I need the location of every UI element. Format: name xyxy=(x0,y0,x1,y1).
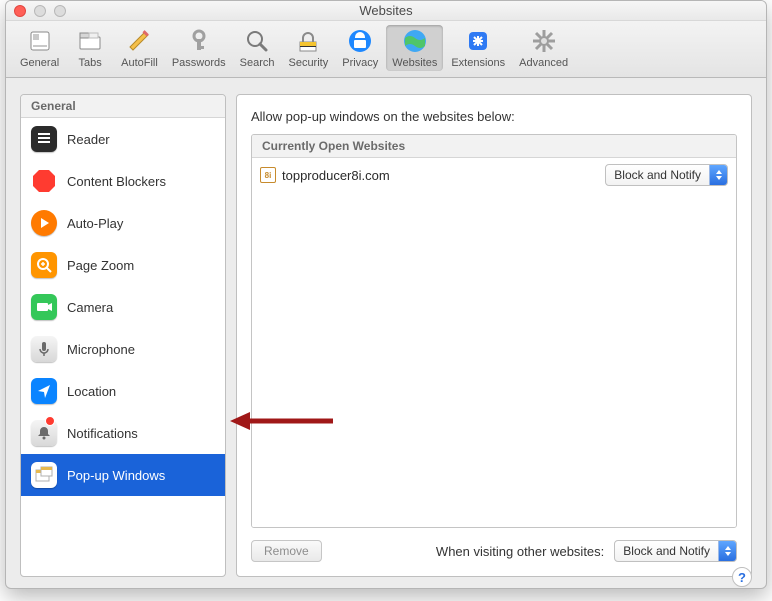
remove-button-label: Remove xyxy=(264,544,309,558)
sidebar-item-label: Location xyxy=(67,384,116,399)
search-icon xyxy=(243,27,271,55)
select-stepper-icon xyxy=(718,541,736,561)
sidebar-item-popup-windows[interactable]: Pop-up Windows xyxy=(21,454,225,496)
help-glyph: ? xyxy=(738,570,746,585)
auto-play-icon xyxy=(31,210,57,236)
toolbar-tab-security-label: Security xyxy=(288,57,328,69)
privacy-icon xyxy=(346,27,374,55)
sidebar-item-camera[interactable]: Camera xyxy=(21,286,225,328)
settings-footer: Remove When visiting other websites: Blo… xyxy=(251,528,737,562)
toolbar-tab-websites[interactable]: Websites xyxy=(386,25,443,71)
sidebar-item-label: Camera xyxy=(67,300,113,315)
window-title: Websites xyxy=(6,3,766,18)
sidebar-item-reader[interactable]: Reader xyxy=(21,118,225,160)
general-icon xyxy=(26,27,54,55)
help-button[interactable]: ? xyxy=(732,567,752,587)
sidebar-item-auto-play[interactable]: Auto-Play xyxy=(21,202,225,244)
security-icon xyxy=(294,27,322,55)
sidebar-item-label: Auto-Play xyxy=(67,216,123,231)
toolbar-tab-websites-label: Websites xyxy=(392,57,437,69)
content-blockers-icon xyxy=(31,168,57,194)
sidebar-item-label: Page Zoom xyxy=(67,258,134,273)
sidebar-item-location[interactable]: Location xyxy=(21,370,225,412)
advanced-icon xyxy=(530,27,558,55)
toolbar-tab-tabs-label: Tabs xyxy=(79,57,102,69)
settings-sidebar: General Reader Content Blockers Auto-Pla… xyxy=(20,94,226,577)
website-row[interactable]: 8i topproducer8i.com Block and Notify xyxy=(252,158,736,192)
toolbar-tab-privacy-label: Privacy xyxy=(342,57,378,69)
toolbar-tab-tabs[interactable]: Tabs xyxy=(67,25,113,71)
autofill-icon xyxy=(125,27,153,55)
toolbar-tab-passwords-label: Passwords xyxy=(172,57,226,69)
tabs-icon xyxy=(76,27,104,55)
list-body: 8i topproducer8i.com Block and Notify xyxy=(252,158,736,527)
sidebar-item-notifications[interactable]: Notifications xyxy=(21,412,225,454)
sidebar-section-header: General xyxy=(21,95,225,118)
sidebar-item-content-blockers[interactable]: Content Blockers xyxy=(21,160,225,202)
toolbar-tab-extensions-label: Extensions xyxy=(451,57,505,69)
preferences-toolbar: General Tabs AutoFill Passwords Search xyxy=(6,21,766,78)
toolbar-tab-general[interactable]: General xyxy=(14,25,65,71)
toolbar-tab-extensions[interactable]: Extensions xyxy=(445,25,511,71)
camera-icon xyxy=(31,294,57,320)
toolbar-tab-general-label: General xyxy=(20,57,59,69)
list-section-header: Currently Open Websites xyxy=(252,135,736,158)
toolbar-tab-privacy[interactable]: Privacy xyxy=(336,25,384,71)
websites-list: Currently Open Websites 8i topproducer8i… xyxy=(251,134,737,528)
microphone-icon xyxy=(31,336,57,362)
titlebar: Websites xyxy=(6,1,766,21)
sidebar-item-microphone[interactable]: Microphone xyxy=(21,328,225,370)
main-settings-pane: Allow pop-up windows on the websites bel… xyxy=(236,94,752,577)
toolbar-tab-advanced[interactable]: Advanced xyxy=(513,25,574,71)
websites-icon xyxy=(401,27,429,55)
instruction-text: Allow pop-up windows on the websites bel… xyxy=(251,109,737,124)
select-value: Block and Notify xyxy=(615,541,718,561)
other-websites-select[interactable]: Block and Notify xyxy=(614,540,737,562)
select-stepper-icon xyxy=(709,165,727,185)
sidebar-item-label: Notifications xyxy=(67,426,138,441)
site-favicon-icon: 8i xyxy=(260,167,276,183)
website-setting-select[interactable]: Block and Notify xyxy=(605,164,728,186)
sidebar-item-page-zoom[interactable]: Page Zoom xyxy=(21,244,225,286)
extensions-icon xyxy=(464,27,492,55)
toolbar-tab-search-label: Search xyxy=(240,57,275,69)
website-domain: topproducer8i.com xyxy=(282,168,605,183)
select-value: Block and Notify xyxy=(606,165,709,185)
preferences-window: Websites General Tabs AutoFill Passwords xyxy=(5,0,767,589)
location-icon xyxy=(31,378,57,404)
page-zoom-icon xyxy=(31,252,57,278)
toolbar-tab-advanced-label: Advanced xyxy=(519,57,568,69)
popup-windows-icon xyxy=(31,462,57,488)
toolbar-tab-autofill-label: AutoFill xyxy=(121,57,158,69)
sidebar-item-label: Microphone xyxy=(67,342,135,357)
passwords-icon xyxy=(185,27,213,55)
sidebar-item-label: Pop-up Windows xyxy=(67,468,165,483)
sidebar-item-label: Reader xyxy=(67,132,110,147)
reader-icon xyxy=(31,126,57,152)
sidebar-item-label: Content Blockers xyxy=(67,174,166,189)
toolbar-tab-passwords[interactable]: Passwords xyxy=(166,25,232,71)
toolbar-tab-autofill[interactable]: AutoFill xyxy=(115,25,164,71)
other-websites-label: When visiting other websites: xyxy=(436,544,604,559)
toolbar-tab-security[interactable]: Security xyxy=(282,25,334,71)
remove-button[interactable]: Remove xyxy=(251,540,322,562)
notifications-badge-icon xyxy=(45,416,55,426)
toolbar-tab-search[interactable]: Search xyxy=(234,25,281,71)
